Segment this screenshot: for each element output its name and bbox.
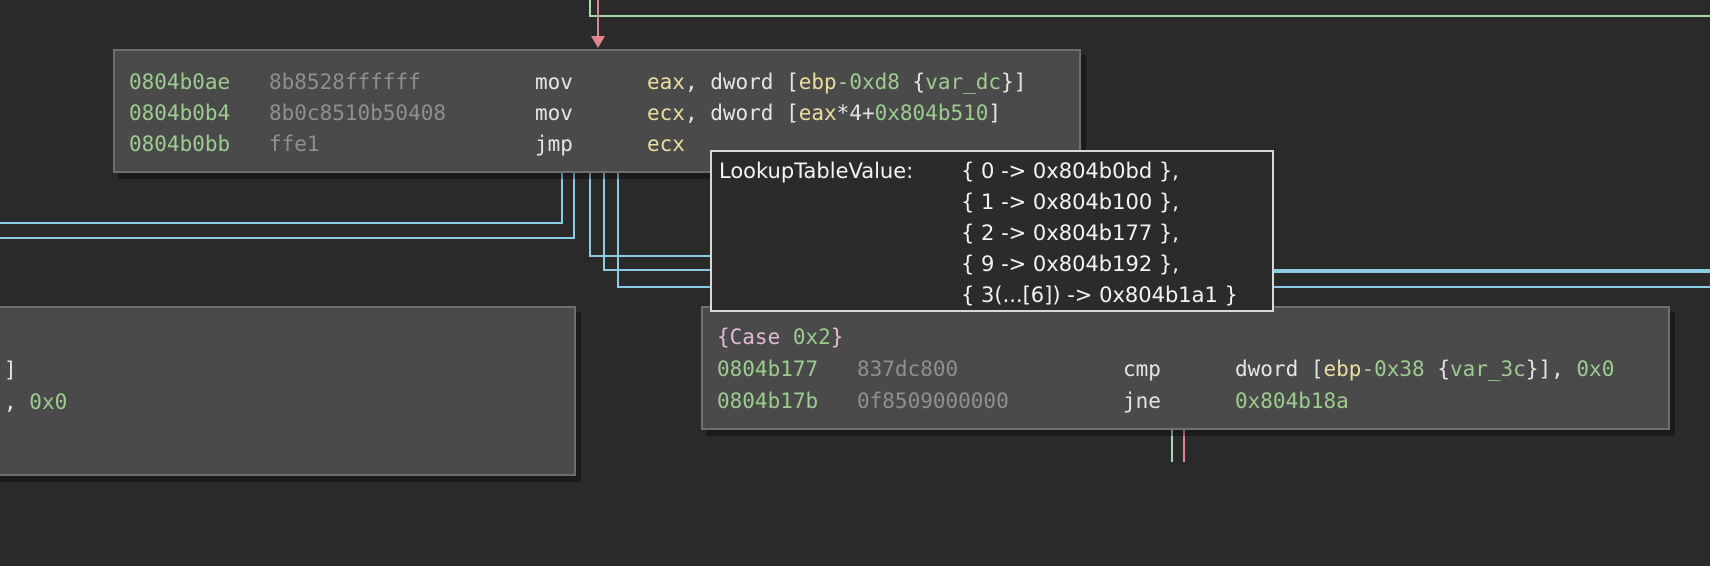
case-label-number: 0x2 [792,325,831,349]
tooltip-title: LookupTableValue: [719,159,920,183]
instruction-bytes: 8b0c8510b50408 [269,101,447,125]
instruction-row[interactable]: 0804b17b 0f8509000000 jne 0x804b18a [703,386,1668,416]
operand-text: { [899,70,926,94]
instruction-operands: ecx, dword [eax*4+0x804b510] [647,98,1001,128]
instruction-operands: , 0x0 [4,387,67,417]
instruction-address[interactable]: 0804b0ae [129,67,230,97]
operand-register[interactable]: ecx [647,101,685,125]
instruction-row[interactable]: , 0x0 [0,387,574,417]
edge-to-right-1 [589,173,712,257]
tooltip-entry: { 9 -> 0x804b192 }, [961,252,1179,276]
instruction-mnemonic: jne [1123,389,1161,413]
operand-text: ] [4,358,17,382]
operand-text: , dword [ [684,101,799,125]
operand-variable[interactable]: var_dc [925,70,1001,94]
case-label-open: {Case [717,325,793,349]
instruction-row[interactable]: 0804b0b4 8b0c8510b50408 mov ecx, dword [… [115,98,1079,128]
operand-text: { [1424,357,1450,381]
instruction-bytes: 8b8528ffffff [269,70,421,94]
basic-block-case-2[interactable]: {Case 0x2} 0804b177 837dc800 cmp dword [… [701,306,1670,430]
operand-offset[interactable]: -0xd8 [837,70,900,94]
edge-to-left-2 [0,173,575,239]
instruction-address[interactable]: 0804b177 [717,354,818,384]
instruction-address[interactable]: 0804b0b4 [129,98,230,128]
instruction-row[interactable]: 0804b177 837dc800 cmp dword [ebp-0x38 {v… [703,354,1668,384]
operand-immediate[interactable]: 0x0 [29,390,67,414]
operand-register[interactable]: eax [799,101,837,125]
instruction-address[interactable]: 0804b17b [717,386,818,416]
instruction-operands: eax, dword [ebp-0xd8 {var_dc}] [647,67,1026,97]
operand-register[interactable]: ebp [1324,357,1362,381]
case-label-text: {Case 0x2} [717,322,843,352]
operand-variable[interactable]: var_3c [1450,357,1526,381]
branch-target[interactable]: 0x804b18a [1235,386,1349,416]
instruction-mnemonic: cmp [1123,357,1161,381]
operand-text: }], [1525,357,1577,381]
tooltip-entry: { 3(...[6]) -> 0x804b1a1 } [961,283,1238,307]
instruction-row[interactable]: 0804b0ae 8b8528ffffff mov eax, dword [eb… [115,67,1079,97]
operand-register[interactable]: eax [647,70,685,94]
instruction-mnemonic: mov [535,101,573,125]
operand-register[interactable]: ecx [647,129,685,159]
operand-text: dword [ [1235,357,1324,381]
edge-to-left-1 [0,173,563,224]
operand-register[interactable]: ebp [799,70,837,94]
edge-incoming-top [589,0,1710,17]
instruction-row[interactable]: ] [0,355,574,385]
instruction-address[interactable]: 0804b0bb [129,129,230,159]
operand-text: }] [1001,70,1027,94]
operand-text: *4+ [836,101,875,125]
tooltip-entry: { 2 -> 0x804b177 }, [961,221,1179,245]
instruction-operands: dword [ebp-0x38 {var_3c}], 0x0 [1235,354,1614,384]
tooltip-entry: { 1 -> 0x804b100 }, [961,190,1179,214]
case-label-close: } [830,325,844,349]
lookup-table-tooltip: LookupTableValue: { 0 -> 0x804b0bd }, { … [710,150,1274,312]
operand-address[interactable]: 0x804b510 [875,101,989,125]
instruction-mnemonic: mov [535,70,573,94]
case-label: {Case 0x2} [703,322,1668,352]
operand-offset[interactable]: -0x38 [1361,357,1424,381]
instruction-bytes: 837dc800 [857,357,959,381]
instruction-bytes: 0f8509000000 [857,389,1009,413]
edge-arrowhead [591,36,605,48]
tooltip-entry: { 0 -> 0x804b0bd }, [961,159,1179,183]
operand-text: , [4,390,30,414]
operand-immediate[interactable]: 0x0 [1576,357,1614,381]
operand-text: , dword [ [684,70,799,94]
instruction-bytes: ffe1 [269,132,320,156]
instruction-mnemonic: jmp [535,132,573,156]
basic-block-left[interactable]: ] , 0x0 [0,306,576,476]
operand-text: ] [988,101,1002,125]
